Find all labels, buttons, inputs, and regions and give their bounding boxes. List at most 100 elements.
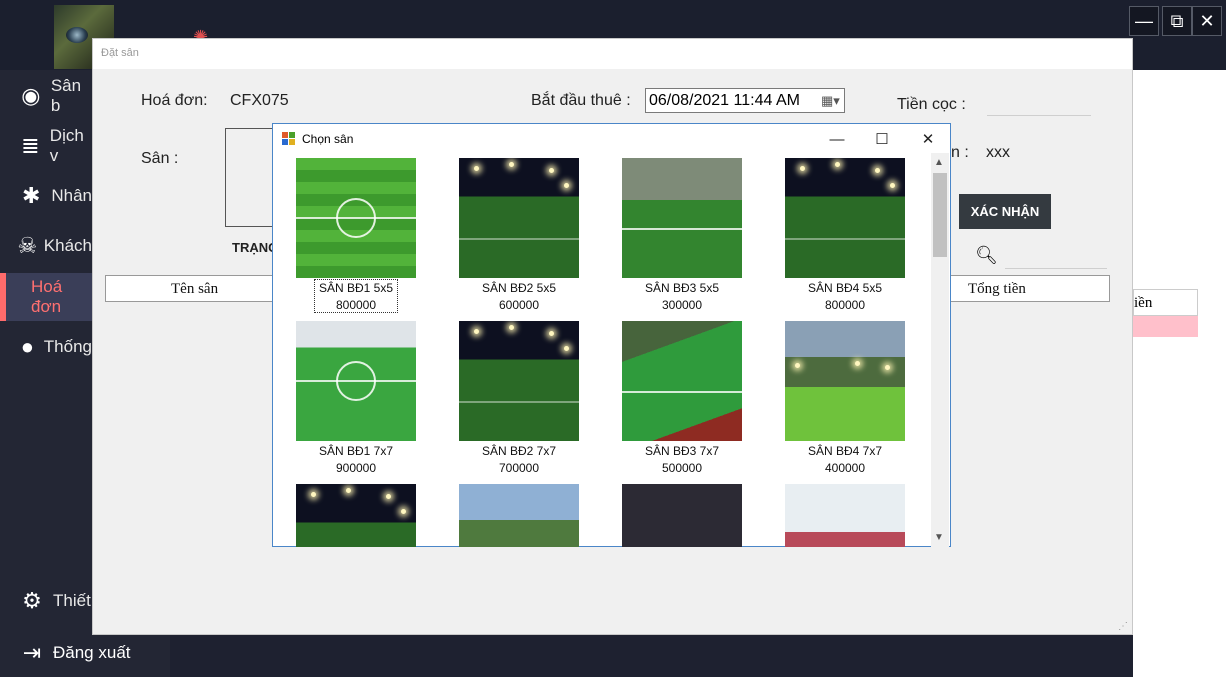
- sidebar-item-label: Khách: [43, 236, 92, 255]
- right-grid-header: iền: [1133, 289, 1198, 316]
- field-thumbnail[interactable]: [785, 321, 905, 441]
- field-name: SÂN BĐ1 5x5: [318, 281, 394, 295]
- sidebar-item-fields[interactable]: ◉ Sân b: [0, 72, 92, 120]
- field-card[interactable]: SÂN BĐ4 7x7 400000: [775, 321, 915, 481]
- logout-button[interactable]: ⇥ Đăng xuất: [0, 629, 170, 677]
- sidebar-item-label: Nhân: [51, 186, 92, 205]
- field-price: 800000: [335, 298, 377, 312]
- start-label: Bắt đầu thuê :: [531, 92, 631, 109]
- scroll-thumb[interactable]: [933, 173, 947, 257]
- calendar-dropdown-icon[interactable]: ▦▾: [821, 93, 840, 109]
- partial-label: n :: [951, 144, 969, 161]
- sidebar-item-customers[interactable]: ☠ Khách: [0, 222, 92, 270]
- start-datetime-value: 06/08/2021 11:44 AM: [649, 92, 800, 109]
- field-name: SÂN BĐ3 7x7: [644, 444, 720, 458]
- deposit-label: Tiền cọc :: [897, 96, 966, 113]
- gear-icon: ⚙: [22, 588, 42, 613]
- deposit-input[interactable]: [987, 115, 1091, 116]
- right-grid-row[interactable]: [1133, 316, 1198, 337]
- sidebar-item-staff[interactable]: ✱ Nhân: [0, 172, 92, 220]
- field-thumbnail[interactable]: [296, 158, 416, 278]
- sidebar-item-services[interactable]: ≣ Dịch v: [0, 122, 92, 170]
- sidebar-item-label: Sân b: [50, 76, 82, 115]
- confirm-button[interactable]: XÁC NHẬN: [959, 194, 1051, 229]
- field-thumbnail[interactable]: [622, 158, 742, 278]
- field-card[interactable]: [612, 484, 752, 547]
- field-gallery: SÂN BĐ1 5x5 800000 SÂN BĐ2 5x5 600000 SÂN BĐ…: [273, 153, 931, 547]
- field-card[interactable]: SÂN BĐ1 7x7 900000: [286, 321, 426, 481]
- field-card[interactable]: SÂN BĐ1 5x5 800000: [286, 158, 426, 318]
- sidebar-item-label: Hoá đơn: [31, 277, 63, 316]
- field-thumbnail[interactable]: [622, 321, 742, 441]
- field-price: 500000: [661, 461, 703, 475]
- field-thumbnail[interactable]: [459, 158, 579, 278]
- dialog-minimize-button[interactable]: —: [822, 128, 852, 150]
- logout-icon: ⇥: [22, 640, 42, 665]
- column-total: Tổng tiền: [968, 281, 1026, 297]
- form-titlebar: Đặt sân: [93, 39, 1132, 69]
- window-close-button[interactable]: ✕: [1192, 6, 1222, 36]
- logout-label: Đăng xuất: [53, 643, 131, 662]
- dialog-close-button[interactable]: ✕: [913, 128, 943, 150]
- field-card[interactable]: [449, 484, 589, 547]
- field-name: SÂN BĐ2 7x7: [481, 444, 557, 458]
- field-thumbnail[interactable]: [296, 484, 416, 547]
- invoice-value: CFX075: [230, 92, 289, 109]
- partial-value: xxx: [986, 144, 1010, 161]
- field-card[interactable]: SÂN BĐ3 7x7 500000: [612, 321, 752, 481]
- search-input[interactable]: [1005, 268, 1107, 269]
- sidebar-item-settings[interactable]: ⚙ Thiết: [0, 577, 92, 625]
- dialog-titlebar: Chọn sân — ☐ ✕: [273, 124, 950, 153]
- stack-icon: ≣: [21, 133, 40, 158]
- window-minimize-button[interactable]: —: [1129, 6, 1159, 36]
- resize-grip[interactable]: ⋰: [1118, 621, 1128, 632]
- form-title: Đặt sân: [101, 47, 139, 59]
- invoice-label: Hoá đơn:: [141, 92, 208, 109]
- field-thumbnail[interactable]: [622, 484, 742, 547]
- field-name: SÂN BĐ1 7x7: [318, 444, 394, 458]
- field-card[interactable]: SÂN BĐ3 5x5 300000: [612, 158, 752, 318]
- choose-field-dialog: Chọn sân — ☐ ✕ SÂN BĐ1 5x5 800000 SÂN BĐ2 …: [272, 123, 951, 547]
- scroll-up-arrow-icon[interactable]: ▲: [934, 157, 944, 168]
- field-preview-box[interactable]: [225, 128, 277, 227]
- field-price: 700000: [498, 461, 540, 475]
- skull-icon: ☠: [17, 233, 38, 258]
- sidebar-item-label: Dịch v: [49, 126, 84, 165]
- field-card[interactable]: SÂN BĐ2 7x7 700000: [449, 321, 589, 481]
- field-price: 900000: [335, 461, 377, 475]
- field-card[interactable]: SÂN BĐ2 5x5 600000: [449, 158, 589, 318]
- scroll-down-arrow-icon[interactable]: ▼: [934, 532, 944, 543]
- field-price: 600000: [498, 298, 540, 312]
- field-price: 800000: [824, 298, 866, 312]
- field-thumbnail[interactable]: [459, 321, 579, 441]
- field-name: SÂN BĐ4 7x7: [807, 444, 883, 458]
- sidebar: ◉ Sân b ≣ Dịch v ✱ Nhân ☠ Khách Hoá đơn …: [0, 70, 92, 677]
- apple-icon: ●: [20, 334, 35, 359]
- field-label: Sân :: [141, 150, 179, 167]
- dialog-title: Chọn sân: [302, 132, 354, 146]
- github-icon: ◉: [21, 83, 41, 108]
- field-thumbnail[interactable]: [785, 484, 905, 547]
- sidebar-item-statistics[interactable]: ● Thống: [0, 323, 92, 371]
- field-thumbnail[interactable]: [459, 484, 579, 547]
- sidebar-item-invoices[interactable]: Hoá đơn: [0, 273, 92, 321]
- search-icon[interactable]: 🔍︎: [975, 245, 998, 266]
- field-price: 300000: [661, 298, 703, 312]
- field-price: 400000: [824, 461, 866, 475]
- field-card[interactable]: SÂN BĐ4 5x5 800000: [775, 158, 915, 318]
- field-thumbnail[interactable]: [785, 158, 905, 278]
- field-card[interactable]: [775, 484, 915, 547]
- start-datetime-picker[interactable]: 06/08/2021 11:44 AM ▦▾: [645, 88, 845, 113]
- app-window-icon: [282, 132, 296, 145]
- field-thumbnail[interactable]: [296, 321, 416, 441]
- column-field-name: Tên sân: [171, 281, 219, 297]
- sidebar-item-label: Thiết: [53, 591, 91, 610]
- spider-icon: ✱: [21, 183, 41, 208]
- field-card[interactable]: [286, 484, 426, 547]
- sidebar-item-label: Thống: [43, 337, 92, 356]
- window-maximize-button[interactable]: ⧉: [1162, 6, 1192, 36]
- field-name: SÂN BĐ4 5x5: [807, 281, 883, 295]
- dialog-maximize-button[interactable]: ☐: [867, 128, 897, 150]
- field-name: SÂN BĐ3 5x5: [644, 281, 720, 295]
- dialog-scrollbar[interactable]: ▲ ▼: [931, 153, 949, 547]
